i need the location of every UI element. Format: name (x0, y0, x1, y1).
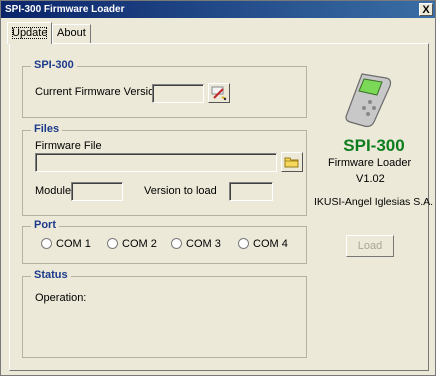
brand-subtitle: Firmware Loader (328, 157, 412, 169)
radio-circle (238, 238, 249, 249)
operation-label: Operation: (35, 292, 87, 304)
read-version-button[interactable] (208, 83, 230, 103)
tab-update-label: Update (12, 27, 48, 39)
port-group: Port COM 1 COM 2 COM 3 COM 4 (22, 219, 307, 264)
radio-com1-label: COM 1 (56, 238, 91, 250)
files-group-title: Files (31, 123, 63, 135)
brand-name: SPI-300 (343, 136, 405, 155)
status-group: Status Operation: (22, 269, 307, 358)
port-group-title: Port (31, 219, 59, 231)
radio-com2[interactable]: COM 2 (107, 238, 157, 250)
tab-update[interactable]: Update (7, 22, 53, 44)
radio-com4[interactable]: COM 4 (238, 238, 288, 250)
browse-button[interactable] (281, 152, 303, 172)
device-image (345, 73, 392, 128)
files-group: Files Firmware File Module Version to lo… (22, 123, 307, 216)
title-bar: SPI-300 Firmware Loader X (1, 1, 435, 18)
close-button[interactable]: X (419, 3, 433, 16)
module-field (71, 182, 123, 201)
firmware-file-field[interactable] (35, 153, 277, 172)
folder-icon (284, 157, 299, 168)
status-group-title: Status (31, 269, 71, 281)
module-label: Module (35, 185, 72, 197)
brand-version: V1.02 (356, 173, 385, 185)
radio-circle (107, 238, 118, 249)
version-to-load-field (229, 182, 273, 201)
wand-icon (211, 86, 227, 101)
brand-block: SPI-300 (326, 136, 422, 156)
load-button[interactable]: Load (346, 235, 394, 257)
firmware-file-label: Firmware File (35, 140, 102, 152)
radio-circle (41, 238, 52, 249)
brand-company: IKUSI-Angel Iglesias S.A. (314, 196, 434, 208)
spi-group-title: SPI-300 (31, 59, 77, 71)
current-version-field (152, 84, 204, 103)
version-to-load-label: Version to load (144, 185, 217, 197)
update-panel: SPI-300 Current Firmware Version Files F… (9, 43, 433, 371)
radio-com3-label: COM 3 (186, 238, 221, 250)
radio-com2-label: COM 2 (122, 238, 157, 250)
radio-com1[interactable]: COM 1 (41, 238, 91, 250)
spi-group: SPI-300 Current Firmware Version (22, 59, 307, 118)
current-version-label: Current Firmware Version (35, 86, 161, 98)
radio-com4-label: COM 4 (253, 238, 288, 250)
tab-about[interactable]: About ... (52, 24, 91, 56)
app-window: SPI-300 Firmware Loader X Update About .… (0, 0, 436, 376)
radio-com3[interactable]: COM 3 (171, 238, 221, 250)
radio-circle (171, 238, 182, 249)
window-title: SPI-300 Firmware Loader (5, 4, 125, 15)
